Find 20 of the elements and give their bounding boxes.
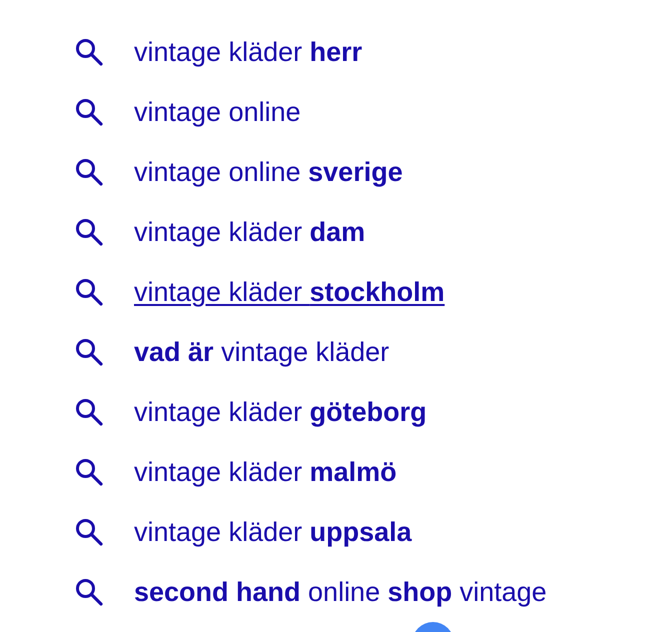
search-icon xyxy=(74,517,104,547)
search-icon xyxy=(74,397,104,427)
search-icon xyxy=(74,97,104,127)
suggestion-link[interactable]: vintage kläder dam xyxy=(134,216,366,248)
suggestion-link[interactable]: vintage online sverige xyxy=(134,156,403,188)
search-icon xyxy=(74,577,104,607)
search-icon xyxy=(74,337,104,367)
suggestion-link[interactable]: vintage kläder uppsala xyxy=(134,516,412,548)
search-icon xyxy=(74,217,104,247)
suggestion-link[interactable]: vintage kläder malmö xyxy=(134,456,397,488)
suggestion-link[interactable]: vad är vintage kläder xyxy=(134,336,390,368)
suggestion-link[interactable]: vintage online xyxy=(134,96,301,128)
suggestion-link[interactable]: second hand online shop vintage xyxy=(134,576,547,608)
search-icon xyxy=(74,157,104,187)
search-icon xyxy=(74,277,104,307)
suggestion-link[interactable]: vintage kläder göteborg xyxy=(134,396,427,428)
suggestion-link[interactable]: vintage kläder stockholm xyxy=(134,276,445,308)
search-icon xyxy=(74,457,104,487)
suggestion-link[interactable]: vintage kläder herr xyxy=(134,36,362,68)
search-icon xyxy=(74,37,104,67)
